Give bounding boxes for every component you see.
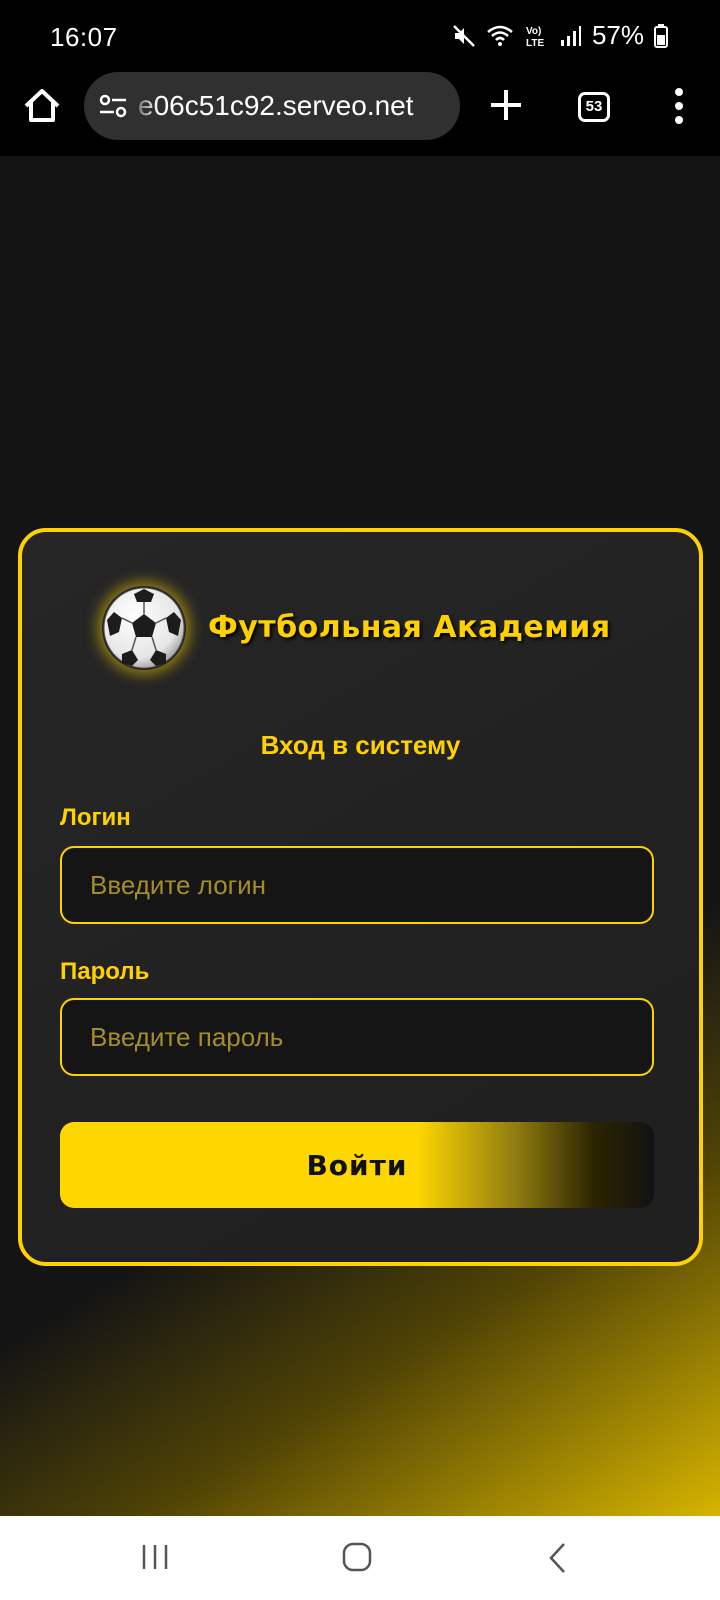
soccer-ball-icon	[103, 587, 185, 669]
login-card: Футбольная Академия Вход в систему Логин…	[18, 528, 703, 1266]
address-bar[interactable]: e06c51c92.serveo.net	[84, 72, 460, 140]
home-nav-icon[interactable]	[342, 1542, 372, 1572]
more-icon[interactable]	[664, 86, 694, 126]
login-button[interactable]: Войти	[60, 1122, 654, 1208]
wifi-icon	[487, 25, 513, 46]
browser-toolbar: e06c51c92.serveo.net 53	[0, 72, 720, 156]
status-time: 16:07	[50, 22, 118, 52]
status-bar: 16:07 Vo) LTE 57%	[0, 0, 720, 72]
signal-icon	[560, 25, 581, 46]
battery-percent: 57%	[591, 20, 644, 50]
tabs-icon[interactable]: 53	[578, 92, 610, 122]
volte-icon: Vo) LTE	[526, 26, 544, 49]
password-label: Пароль	[60, 958, 150, 985]
mute-icon	[453, 24, 475, 47]
brand-header: Футбольная Академия	[22, 586, 699, 676]
brand-title: Футбольная Академия	[208, 610, 611, 645]
home-icon[interactable]	[22, 86, 62, 126]
site-settings-icon[interactable]	[98, 92, 128, 120]
battery-icon	[654, 23, 668, 48]
svg-text:Vo): Vo)	[526, 26, 541, 37]
url-text[interactable]: e06c51c92.serveo.net	[138, 90, 414, 122]
login-subtitle: Вход в систему	[260, 730, 461, 760]
system-nav-bar	[0, 1516, 720, 1600]
url-fade	[128, 72, 158, 140]
status-icons: Vo) LTE 57%	[452, 20, 668, 51]
password-input[interactable]	[60, 998, 654, 1076]
svg-text:LTE: LTE	[526, 38, 544, 49]
login-label: Логин	[60, 804, 131, 831]
plus-icon[interactable]	[488, 82, 524, 128]
back-icon[interactable]	[548, 1542, 568, 1574]
login-input[interactable]	[60, 846, 654, 924]
recents-icon[interactable]	[140, 1542, 170, 1572]
page-background: Футбольная Академия Вход в систему Логин…	[0, 156, 720, 1516]
